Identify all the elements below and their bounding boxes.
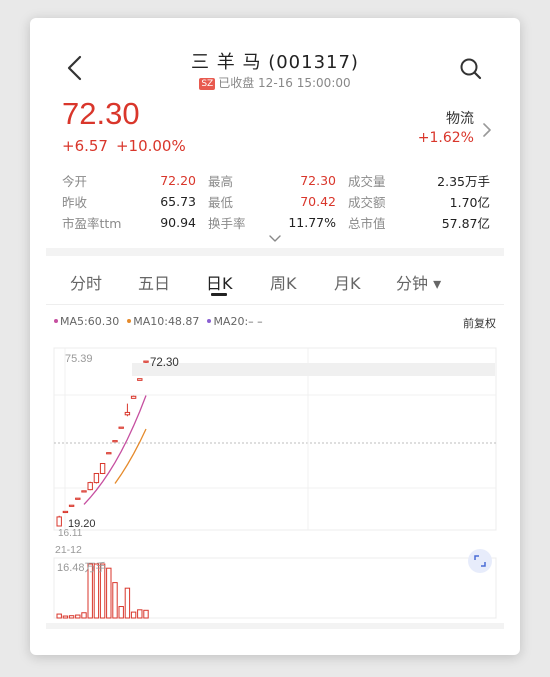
change-amount: +6.57: [62, 137, 108, 155]
price-change: +6.57 +10.00%: [62, 137, 194, 155]
candles-layer: [56, 360, 149, 527]
candle-body: [106, 452, 112, 455]
sector-change[interactable]: +1.62%: [418, 130, 474, 146]
status-text: 已收盘 12-16 15:00:00: [218, 76, 351, 90]
stat-value: 1.70亿: [449, 195, 490, 210]
top-price-label: 75.39: [65, 353, 93, 365]
last-price-label: 72.30: [150, 357, 179, 369]
tab-fenshi[interactable]: 分时: [70, 270, 102, 294]
volume-bar: [118, 606, 124, 619]
volume-bar: [112, 582, 118, 619]
search-icon[interactable]: [458, 56, 484, 82]
chart-period-tabs: 分时 五日 日K 周K 月K 分钟 ▾: [46, 264, 504, 304]
stat-value: 72.20: [160, 173, 196, 188]
volume-bar: [75, 614, 81, 619]
volume-bar: [62, 615, 69, 619]
ma10-line: [114, 428, 147, 484]
change-percent: +10.00%: [115, 137, 186, 155]
stat-value: 57.87亿: [441, 216, 490, 231]
stat-label: 成交额: [348, 195, 386, 210]
tab-daily-k[interactable]: 日K: [206, 270, 233, 298]
stat-value: 2.35万手: [437, 174, 490, 189]
candle-body: [124, 411, 131, 416]
stat-value: 11.77%: [288, 215, 336, 230]
candle-body: [99, 463, 106, 474]
volume-bar: [130, 611, 137, 619]
candle-body: [130, 395, 137, 399]
volume-bar: [137, 609, 143, 619]
volume-bar: [143, 609, 149, 619]
stat-value: 70.42: [300, 194, 336, 209]
tab-wuri[interactable]: 五日: [138, 270, 170, 294]
candle-body: [68, 504, 75, 507]
page-title: 三 羊 马 (001317): [191, 52, 359, 73]
stat-label: 市盈率ttm: [62, 216, 122, 231]
section-divider: [46, 248, 504, 256]
candle-body: [118, 426, 124, 429]
candle-body: [137, 378, 143, 381]
tab-weekly-k[interactable]: 周K: [270, 270, 297, 294]
candle-body: [143, 360, 149, 363]
stats-row: 昨收 65.73 最低 70.42 成交额 1.70亿: [62, 191, 490, 212]
candle-body: [81, 490, 87, 493]
tab-monthly-k[interactable]: 月K: [334, 270, 361, 294]
fullscreen-button[interactable]: [468, 549, 492, 573]
volume-max-label: 16.48万手: [57, 560, 107, 574]
bottom-price-label: 16.11: [58, 528, 83, 539]
sector-name[interactable]: 物流: [446, 108, 474, 128]
candle-body: [112, 440, 118, 443]
stats-row: 市盈率ttm 90.94 换手率 11.77% 总市值 57.87亿: [62, 212, 490, 233]
stat-label: 成交量: [348, 174, 386, 189]
stat-label: 换手率: [208, 216, 246, 231]
tabs-divider: [46, 304, 504, 305]
candle-body: [87, 482, 93, 491]
last-price-band: [132, 363, 495, 376]
volume-bar: [68, 615, 75, 619]
stat-label: 最高: [208, 174, 234, 189]
chevron-right-icon[interactable]: [482, 122, 492, 138]
stat-value: 65.73: [160, 194, 196, 209]
stats-row: 今开 72.20 最高 72.30 成交量 2.35万手: [62, 170, 490, 191]
app-screen: 三 羊 马 (001317) SZ 已收盘 12-16 15:00:00 72.3…: [30, 18, 520, 655]
volume-bar: [56, 613, 62, 619]
candle-body: [62, 510, 69, 514]
volume-bar: [81, 612, 87, 619]
date-label: 21-12: [55, 544, 82, 556]
chart-grid: [53, 347, 497, 619]
candle-body: [75, 497, 81, 500]
candle-body: [56, 516, 62, 527]
stat-label: 总市值: [348, 216, 386, 231]
tab-minute[interactable]: 分钟 ▾: [396, 270, 441, 294]
volume-bar: [124, 587, 131, 619]
stat-value: 72.30: [300, 173, 336, 188]
kline-chart[interactable]: 75.39 72.30 19.20 16.11 21-12 16.48万手: [30, 318, 520, 623]
stat-label: 最低: [208, 195, 234, 210]
stat-value: 90.94: [160, 215, 196, 230]
stat-label: 今开: [62, 174, 88, 189]
candle-body: [93, 472, 100, 484]
exchange-badge: SZ: [199, 78, 216, 90]
bottom-divider: [46, 623, 504, 629]
volume-bar: [106, 567, 112, 619]
stats-grid: 今开 72.20 最高 72.30 成交量 2.35万手 昨收 65.73 最低…: [62, 170, 490, 233]
stat-label: 昨收: [62, 195, 88, 210]
fullscreen-icon: [474, 555, 486, 567]
current-price: 72.30: [62, 96, 140, 131]
expand-chevron-icon[interactable]: [268, 234, 282, 244]
market-status: SZ 已收盘 12-16 15:00:00: [30, 74, 520, 91]
